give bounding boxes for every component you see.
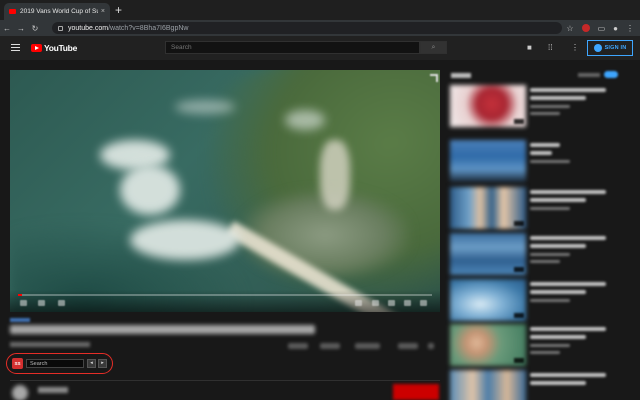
divider [10,380,440,381]
youtube-play-icon [31,44,42,52]
previous-match-button[interactable]: ◂ [87,359,96,368]
hashtags[interactable] [10,318,30,322]
player-sand-bar [320,140,350,210]
next-match-button[interactable]: ▸ [98,359,107,368]
apps-icon[interactable]: ⁞⁞ [548,43,552,52]
player-wave [175,100,235,114]
back-icon[interactable]: ← [0,24,14,33]
video-thumbnail [450,140,526,182]
search-widget-logo-icon: SS [12,358,23,369]
more-actions-icon[interactable] [428,343,434,349]
recommended-video[interactable] [450,279,640,321]
autoplay-toggle[interactable] [604,71,618,78]
like-button[interactable] [288,343,308,349]
toolbar-actions: ☆ ▭ ● ⋮ [566,22,634,34]
play-icon[interactable] [20,300,27,306]
browser-tab[interactable]: 2019 Vans World Cup of Surfing × [4,3,110,20]
fullscreen-icon[interactable] [420,300,427,306]
progress-bar[interactable] [18,294,432,296]
tab-title: 2019 Vans World Cup of Surfing [20,8,98,15]
extension-icon[interactable] [581,24,590,32]
share-button[interactable] [355,343,380,349]
cast-icon[interactable]: ▭ [598,24,606,33]
subscribe-button[interactable] [393,384,439,400]
volume-icon[interactable] [58,300,65,306]
camera-icon[interactable]: ■ [527,43,532,52]
youtube-header: YouTube Search ⌕ ■ ⁞⁞ ⋮ SIGN IN [0,36,640,60]
youtube-logo[interactable]: YouTube [31,43,77,53]
forward-icon[interactable]: → [14,24,28,33]
recommended-video[interactable] [450,140,640,182]
search-widget-input[interactable] [26,359,84,368]
recommended-video[interactable] [450,233,640,275]
account-icon [593,44,602,52]
search-icon[interactable]: ⌕ [420,41,447,54]
player-wave [120,165,180,215]
autoplay-toggle-icon[interactable] [355,300,362,306]
recommended-video[interactable] [450,187,640,229]
video-thumbnail [450,370,526,400]
sign-in-label: SIGN IN [604,45,627,51]
up-next-label [451,73,471,78]
video-player[interactable] [10,70,440,312]
new-tab-button[interactable]: + [115,3,122,17]
url-host: youtube.com [68,24,109,32]
sign-in-button[interactable]: SIGN IN [587,40,633,56]
browser-toolbar: ← → ↻ youtube.com/watch?v=8Bha7I6BgpNw ☆… [0,20,640,36]
youtube-favicon-icon [9,9,16,14]
theater-icon[interactable] [404,300,411,306]
progress-fill [18,294,23,296]
captions-icon[interactable] [372,300,379,306]
browser-menu-icon[interactable]: ⋮ [626,24,634,33]
browser-tab-bar: 2019 Vans World Cup of Surfing × + [0,0,640,20]
recommended-video[interactable] [450,85,640,127]
next-icon[interactable] [38,300,45,306]
star-icon[interactable]: ☆ [566,24,573,33]
reload-icon[interactable]: ↻ [28,24,42,33]
video-title [10,325,315,334]
save-button[interactable] [398,343,418,349]
autoplay-label [578,73,600,77]
dislike-button[interactable] [320,343,340,349]
logo-text: YouTube [44,43,77,53]
settings-icon[interactable] [388,300,395,306]
watch-later-icon[interactable] [430,74,438,82]
profile-icon[interactable]: ● [613,24,618,33]
youtube-search-input[interactable]: Search [165,41,420,54]
player-wave [130,220,240,260]
tab-close-icon[interactable]: × [101,8,105,15]
address-bar[interactable]: youtube.com/watch?v=8Bha7I6BgpNw [52,22,562,34]
recommended-video[interactable] [450,324,640,366]
lock-icon [58,25,63,31]
menu-icon[interactable] [11,44,20,51]
url-path: /watch?v=8Bha7I6BgpNw [108,24,189,32]
view-count [10,342,90,347]
player-wave [285,110,325,130]
channel-avatar[interactable] [12,385,28,400]
channel-name[interactable] [38,387,68,393]
more-icon[interactable]: ⋮ [571,43,579,52]
recommended-video[interactable] [450,370,640,400]
